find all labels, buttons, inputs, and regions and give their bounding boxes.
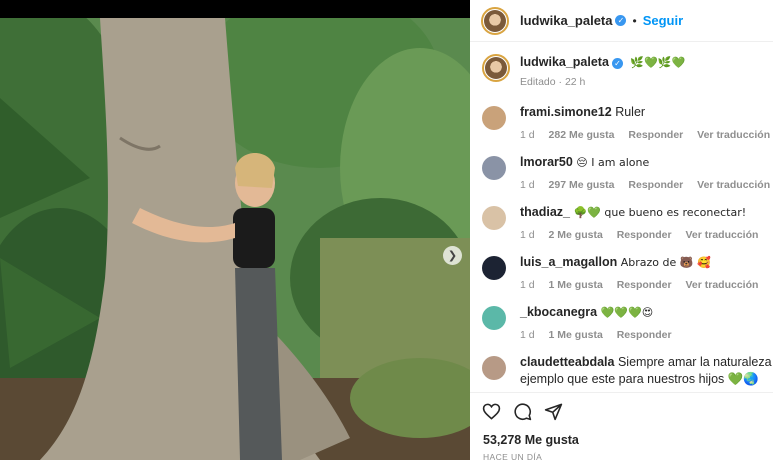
comment-likes[interactable]: 1 Me gusta bbox=[549, 329, 603, 341]
list-item: thadiaz_ 🌳💚 que bueno es reconectar! 1 d… bbox=[482, 204, 773, 241]
next-photo-button[interactable]: ❯ bbox=[443, 246, 462, 265]
comment-age: 1 d bbox=[520, 129, 535, 141]
avatar[interactable] bbox=[482, 206, 506, 230]
share-icon[interactable] bbox=[544, 402, 563, 421]
reply-button[interactable]: Responder bbox=[628, 179, 683, 191]
follow-button[interactable]: Seguir bbox=[643, 13, 683, 28]
comment-age: 1 d bbox=[520, 179, 535, 191]
post-actions: 53,278 Me gusta HACE UN DÍA bbox=[470, 392, 773, 460]
comment-text: 💚💚💚😍 bbox=[600, 306, 654, 319]
caption-text: 🌿💚🌿💚 bbox=[630, 56, 686, 69]
heart-icon[interactable] bbox=[482, 402, 501, 421]
verified-icon: ✓ bbox=[611, 58, 623, 69]
comment-age: 1 d bbox=[520, 229, 535, 241]
likes-count[interactable]: 53,278 Me gusta bbox=[483, 433, 579, 447]
list-item: _kbocanegra 💚💚💚😍 1 d 1 Me gusta Responde… bbox=[482, 304, 773, 341]
avatar[interactable] bbox=[482, 306, 506, 330]
comment-username[interactable]: frami.simone12 bbox=[520, 105, 612, 119]
comment-username[interactable]: _kbocanegra bbox=[520, 305, 597, 319]
caption: ludwika_paleta ✓ 🌿💚🌿💚 Editado · 22 h bbox=[482, 54, 773, 88]
chevron-right-icon: ❯ bbox=[447, 250, 458, 262]
comment-icon[interactable] bbox=[513, 402, 532, 421]
translate-button[interactable]: Ver traducción bbox=[697, 179, 770, 191]
reply-button[interactable]: Responder bbox=[617, 229, 672, 241]
translate-button[interactable]: Ver traducción bbox=[685, 229, 758, 241]
comment-age: 1 d bbox=[520, 279, 535, 291]
author-avatar[interactable] bbox=[481, 6, 509, 35]
post-timestamp: HACE UN DÍA bbox=[483, 452, 543, 460]
post-side-panel: ludwika_paleta ✓ • Seguir ludwika_paleta… bbox=[470, 0, 773, 460]
comment-likes[interactable]: 2 Me gusta bbox=[549, 229, 603, 241]
post-photo[interactable] bbox=[0, 18, 470, 460]
reply-button[interactable]: Responder bbox=[617, 329, 672, 341]
comment-text: 🌳💚 que bueno es reconectar! bbox=[573, 206, 747, 219]
avatar[interactable] bbox=[482, 356, 506, 380]
list-item: luis_a_magallon Abrazo de 🐻 🥰 1 d 1 Me g… bbox=[482, 254, 773, 291]
comment-text: Ruler bbox=[615, 105, 646, 119]
comment-text: Siempre amar la naturaleza , no ha bbox=[617, 355, 773, 369]
caption-username[interactable]: ludwika_paleta bbox=[520, 55, 609, 69]
list-item: lmorar50 😔 I am alone 1 d 297 Me gusta R… bbox=[482, 154, 773, 191]
reply-button[interactable]: Responder bbox=[628, 129, 683, 141]
comment-likes[interactable]: 297 Me gusta bbox=[549, 179, 615, 191]
translate-button[interactable]: Ver traducción bbox=[697, 129, 770, 141]
author-avatar[interactable] bbox=[482, 54, 510, 82]
photo-illustration bbox=[0, 18, 470, 460]
post-header: ludwika_paleta ✓ • Seguir bbox=[470, 0, 773, 42]
list-item: frami.simone12 Ruler 1 d 282 Me gusta Re… bbox=[482, 104, 773, 141]
translate-button[interactable]: Ver traducción bbox=[685, 279, 758, 291]
verified-icon: ✓ bbox=[615, 15, 627, 26]
media-top-bar bbox=[0, 0, 470, 18]
avatar[interactable] bbox=[482, 156, 506, 180]
avatar[interactable] bbox=[482, 106, 506, 130]
author-username[interactable]: ludwika_paleta bbox=[520, 13, 612, 28]
comment-text-continued: ejemplo que este para nuestros hijos 💚🌏 bbox=[520, 372, 759, 386]
comment-likes[interactable]: 1 Me gusta bbox=[549, 279, 603, 291]
comment-text: 😔 I am alone bbox=[576, 156, 650, 169]
comment-username[interactable]: luis_a_magallon bbox=[520, 255, 617, 269]
reply-button[interactable]: Responder bbox=[617, 279, 672, 291]
comments-list: ludwika_paleta ✓ 🌿💚🌿💚 Editado · 22 h fram… bbox=[470, 42, 773, 392]
separator-dot: • bbox=[632, 13, 637, 28]
avatar[interactable] bbox=[482, 256, 506, 280]
comment-age: 1 d bbox=[520, 329, 535, 341]
post-media: ❯ bbox=[0, 0, 470, 460]
edited-label: Editado · 22 h bbox=[520, 76, 586, 88]
comment-username[interactable]: thadiaz_ bbox=[520, 205, 570, 219]
comment-likes[interactable]: 282 Me gusta bbox=[549, 129, 615, 141]
list-item: claudetteabdala Siempre amar la naturale… bbox=[482, 354, 773, 388]
comment-username[interactable]: lmorar50 bbox=[520, 155, 573, 169]
comment-text: Abrazo de 🐻 🥰 bbox=[620, 256, 711, 269]
comment-username[interactable]: claudetteabdala bbox=[520, 355, 614, 369]
